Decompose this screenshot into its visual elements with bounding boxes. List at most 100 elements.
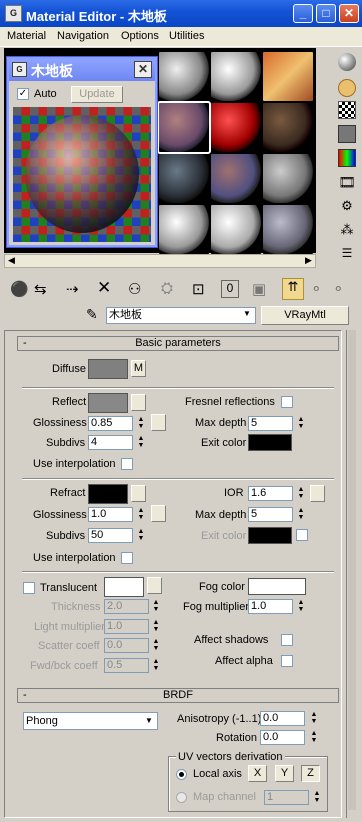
close-button[interactable]: ✕ (339, 4, 359, 23)
ior-spinner[interactable]: ▲ ▼ (296, 486, 306, 502)
put-to-scene-icon[interactable]: ⇆ (34, 280, 47, 298)
refl-use-interpolation-checkbox[interactable] (121, 458, 133, 470)
rotation-field[interactable]: 0.0 (260, 730, 305, 745)
horizontal-scrollbar[interactable]: ◀ ▶ (4, 254, 316, 268)
translucent-checkbox[interactable] (23, 582, 35, 594)
rotation-spinner[interactable]: ▲ ▼ (309, 730, 319, 746)
update-button[interactable]: Update (71, 86, 123, 103)
menu-navigation[interactable]: Navigation (57, 30, 109, 42)
affect-alpha-checkbox[interactable] (281, 655, 293, 667)
ior-map-button[interactable] (310, 485, 325, 502)
light-multiplier-spinner[interactable]: ▲ ▼ (151, 619, 161, 635)
assign-to-selection-icon[interactable]: ⇢ (66, 280, 79, 298)
reset-map-icon[interactable]: ✕ (97, 278, 111, 298)
brdf-header[interactable]: - BRDF (17, 688, 339, 703)
thickness-field[interactable]: 2.0 (104, 599, 149, 614)
minimize-button[interactable]: _ (293, 4, 313, 23)
chevron-down-icon[interactable]: ▼ (243, 309, 251, 318)
maximize-button[interactable]: □ (316, 4, 336, 23)
sample-slot[interactable] (211, 205, 261, 254)
video-color-check-icon[interactable] (338, 149, 356, 167)
material-type-button[interactable]: VRayMtl (261, 306, 349, 325)
sample-slot[interactable] (211, 103, 261, 152)
background-icon[interactable] (338, 101, 356, 119)
chevron-down-icon[interactable]: ▼ (145, 716, 153, 725)
scroll-thumb[interactable] (348, 330, 356, 810)
translucent-swatch[interactable] (104, 577, 144, 597)
refr-subdivs-field[interactable]: 50 (88, 528, 133, 543)
get-material-icon[interactable]: ⚫ (10, 280, 29, 298)
menu-material[interactable]: Material (7, 30, 46, 42)
sample-slot[interactable] (211, 52, 261, 101)
brdf-type-dropdown[interactable]: Phong (23, 712, 158, 730)
go-forward-sibling-icon[interactable]: ⚬ (310, 280, 323, 298)
x-axis-button[interactable]: X (248, 765, 267, 782)
basic-parameters-header[interactable]: - Basic parameters (17, 336, 339, 351)
options-icon[interactable]: ⚙ (338, 198, 356, 216)
anisotropy-field[interactable]: 0.0 (260, 711, 305, 726)
map-channel-field[interactable]: 1 (264, 790, 309, 805)
sample-slot[interactable] (159, 205, 209, 254)
show-map-icon[interactable]: 0 (221, 280, 239, 298)
fresnel-checkbox[interactable] (281, 396, 293, 408)
refr-exit-color-swatch[interactable] (248, 527, 292, 544)
ior-field[interactable]: 1.6 (248, 486, 293, 501)
refl-subdivs-field[interactable]: 4 (88, 435, 133, 450)
refl-glossiness-field[interactable]: 0.85 (88, 416, 133, 431)
refr-glossiness-field[interactable]: 1.0 (88, 507, 133, 522)
fwd-bck-coeff-spinner[interactable]: ▲ ▼ (151, 658, 161, 674)
show-end-result-icon[interactable]: ▣ (252, 280, 266, 298)
sample-uv-tiling-icon[interactable] (338, 125, 356, 143)
make-unique-icon[interactable]: ⚇ (128, 280, 141, 298)
refr-glossiness-map-button[interactable] (151, 505, 166, 522)
refract-map-button[interactable] (131, 485, 146, 502)
material-name-field[interactable]: 木地板 (106, 307, 256, 324)
menu-utilities[interactable]: Utilities (169, 30, 204, 42)
fwd-bck-coeff-field[interactable]: 0.5 (104, 658, 149, 673)
menu-options[interactable]: Options (121, 30, 159, 42)
refr-glossiness-spinner[interactable]: ▲ ▼ (136, 507, 146, 523)
sample-slot-selected[interactable] (157, 101, 211, 154)
auto-checkbox[interactable]: ✓ (17, 88, 29, 100)
refr-max-depth-field[interactable]: 5 (248, 507, 293, 522)
scatter-coeff-field[interactable]: 0.0 (104, 638, 149, 653)
sample-slot[interactable] (159, 52, 209, 101)
sample-slot[interactable] (211, 154, 261, 203)
select-by-material-icon[interactable]: ⁂ (338, 222, 356, 240)
light-multiplier-field[interactable]: 1.0 (104, 619, 149, 634)
put-to-library-icon[interactable]: ⛭ (161, 280, 173, 297)
exit-color-swatch[interactable] (248, 434, 292, 451)
local-axis-radio[interactable] (176, 769, 187, 780)
sample-slot[interactable] (263, 52, 313, 101)
pick-material-icon[interactable]: ⚬ (332, 280, 345, 298)
reflect-swatch[interactable] (88, 393, 128, 413)
fog-multiplier-spinner[interactable]: ▲ ▼ (296, 599, 306, 615)
thickness-spinner[interactable]: ▲ ▼ (151, 599, 161, 615)
fog-color-swatch[interactable] (248, 578, 306, 595)
sample-slot[interactable] (263, 103, 313, 152)
sample-slot[interactable] (263, 205, 313, 254)
refl-max-depth-spinner[interactable]: ▲ ▼ (296, 416, 306, 432)
refr-max-depth-spinner[interactable]: ▲ ▼ (296, 507, 306, 523)
map-channel-radio[interactable] (176, 792, 187, 803)
rollout-scrollbar[interactable] (346, 330, 356, 818)
refl-glossiness-spinner[interactable]: ▲ ▼ (136, 416, 146, 432)
refr-subdivs-spinner[interactable]: ▲ ▼ (136, 528, 146, 544)
refr-exit-color-checkbox[interactable] (296, 529, 308, 541)
scroll-left-icon[interactable]: ◀ (8, 255, 15, 266)
material-navigator-icon[interactable]: ☰ (338, 246, 356, 264)
reflect-map-button[interactable] (131, 394, 146, 411)
scatter-coeff-spinner[interactable]: ▲ ▼ (151, 638, 161, 654)
fog-multiplier-field[interactable]: 1.0 (248, 599, 293, 614)
translucent-map-button[interactable] (147, 577, 162, 594)
material-effects-channel-icon[interactable]: ⊡ (192, 280, 205, 298)
sample-slot[interactable] (263, 154, 313, 203)
refr-use-interpolation-checkbox[interactable] (121, 552, 133, 564)
diffuse-map-button[interactable]: M (131, 360, 146, 377)
sample-slot[interactable] (159, 154, 209, 203)
refl-subdivs-spinner[interactable]: ▲ ▼ (136, 435, 146, 451)
close-icon[interactable]: ✕ (134, 61, 152, 78)
go-to-parent-icon[interactable]: ⇈ (282, 278, 304, 300)
refract-swatch[interactable] (88, 484, 128, 504)
refl-glossiness-map-button[interactable] (151, 414, 166, 431)
